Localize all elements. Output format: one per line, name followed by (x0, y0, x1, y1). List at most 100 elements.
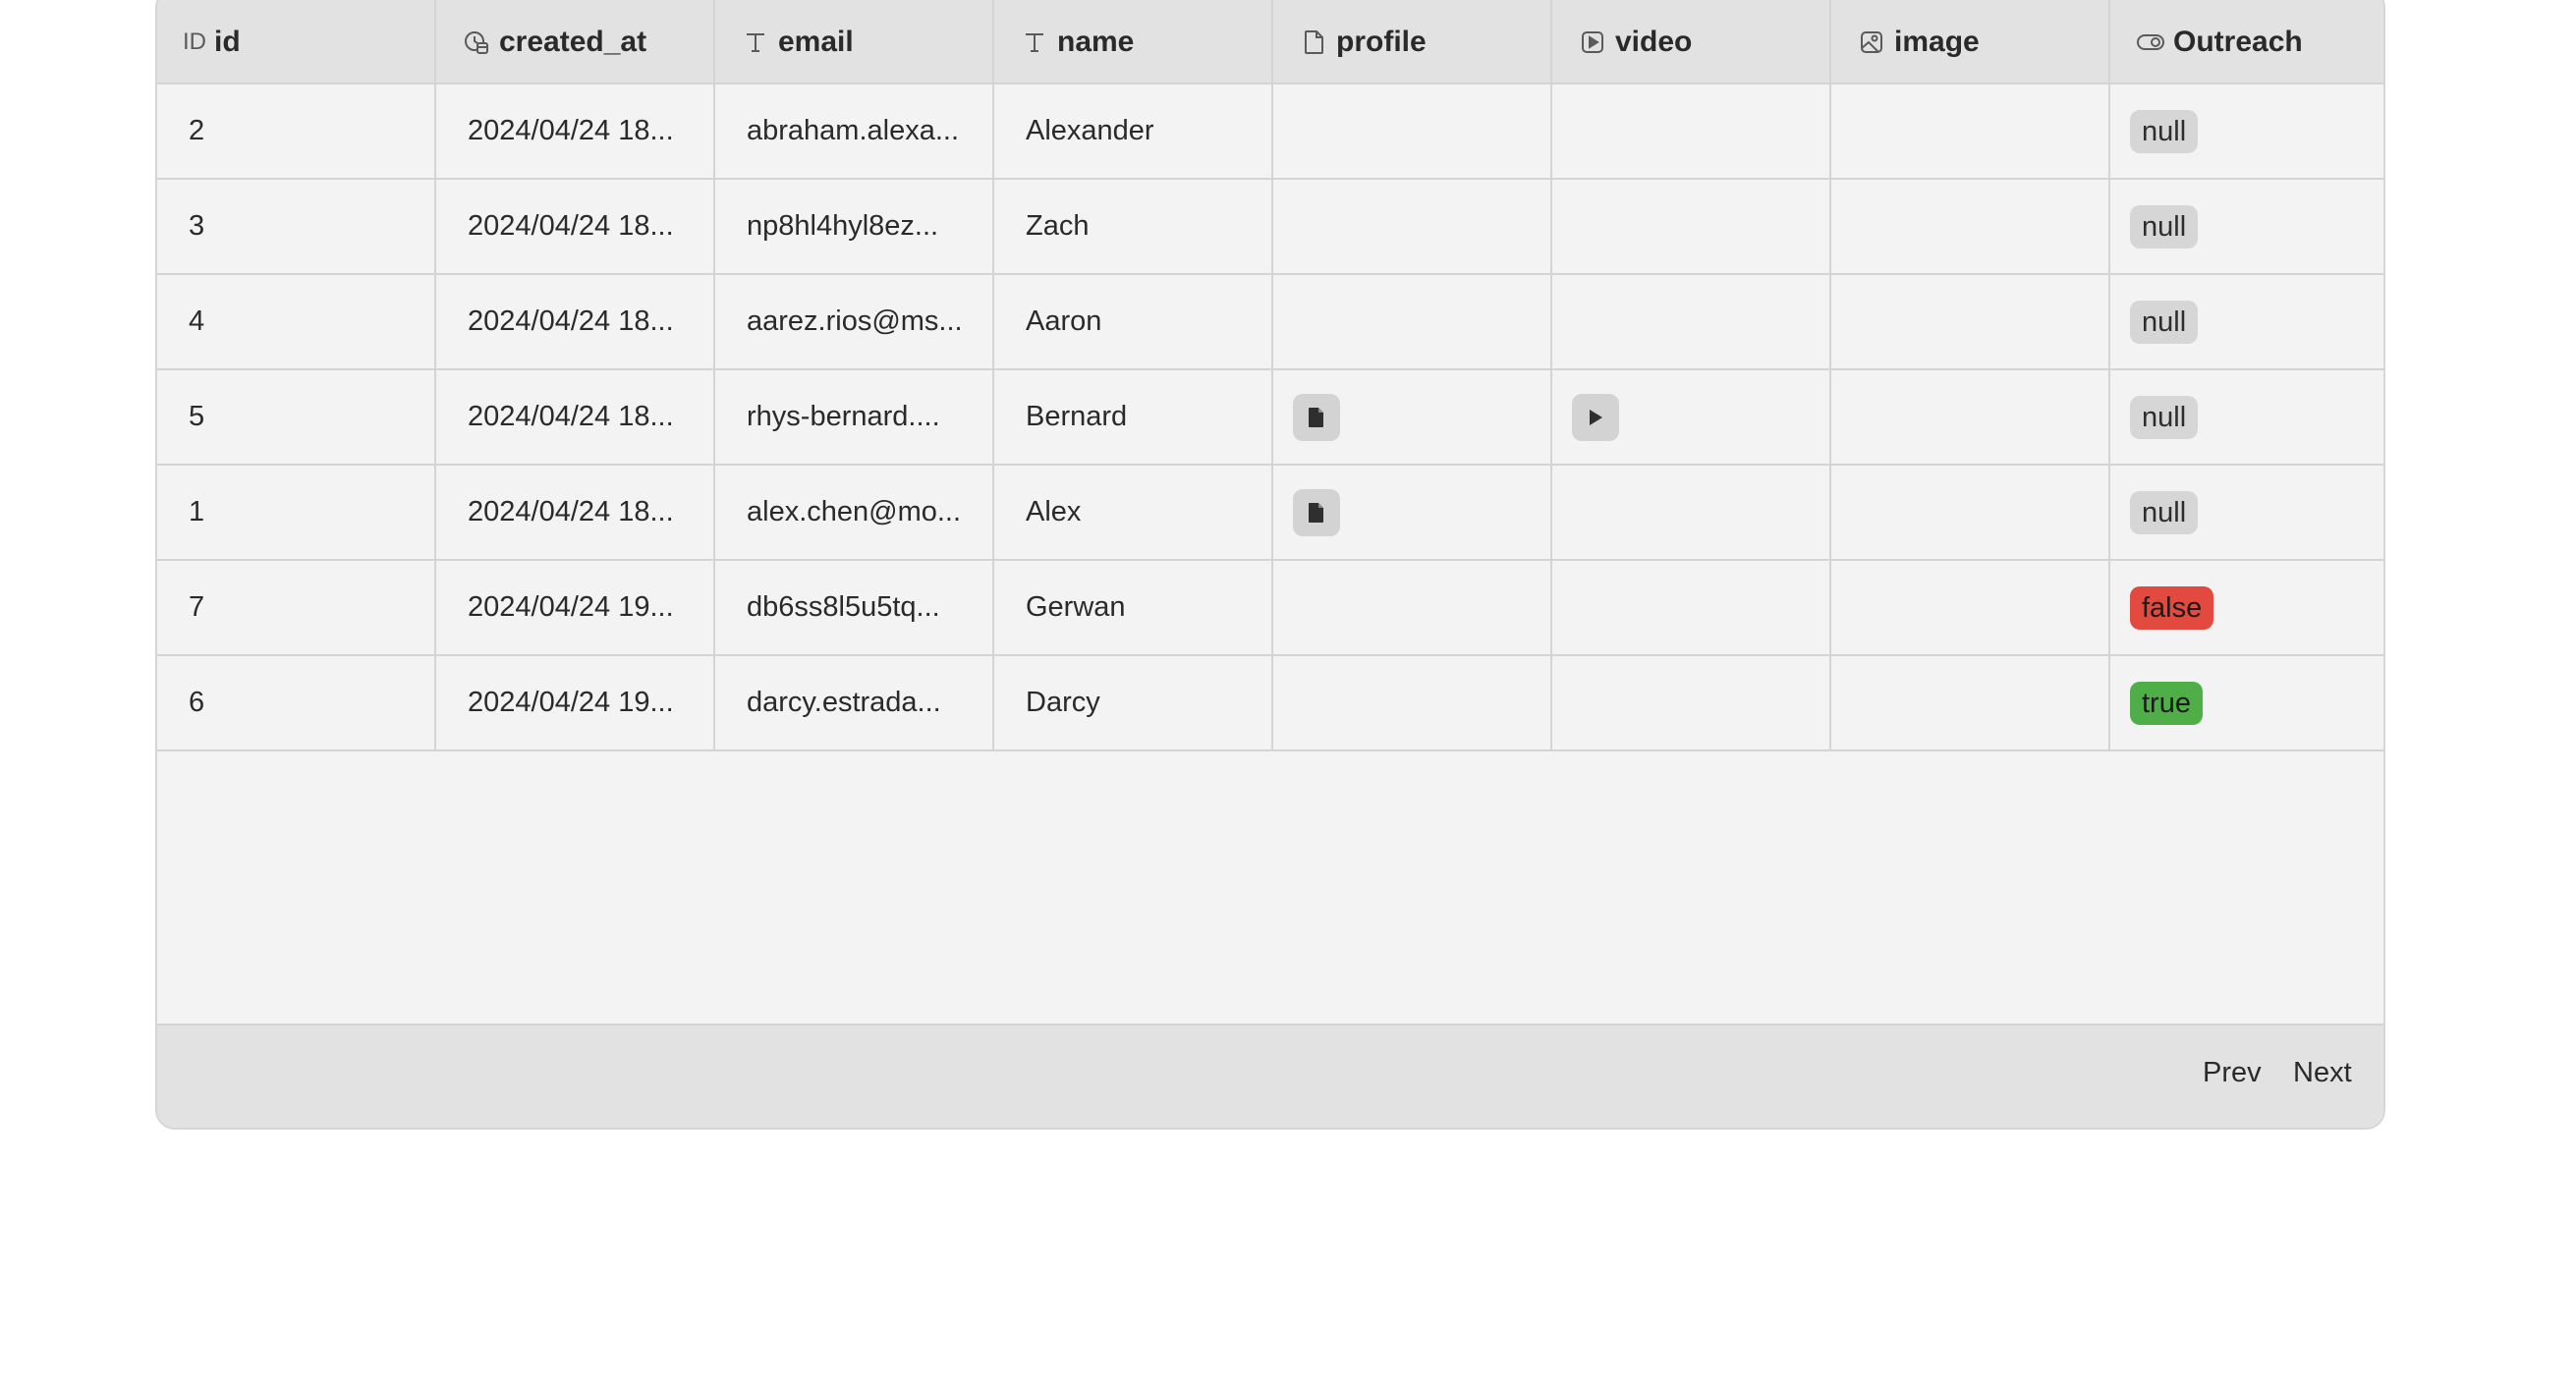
table-row[interactable]: 3 2024/04/24 18... np8hl4hyl8ez... Zach null (157, 180, 2383, 275)
cell-outreach[interactable]: null (2110, 84, 2383, 178)
email-value: aarez.rios@ms... (747, 305, 963, 337)
id-value: 2 (189, 115, 205, 146)
column-header-video[interactable]: video (1552, 0, 1831, 83)
cell-email[interactable]: np8hl4hyl8ez... (715, 180, 994, 273)
cell-outreach[interactable]: null (2110, 180, 2383, 273)
outreach-badge: false (2130, 585, 2214, 630)
cell-name[interactable]: Zach (994, 180, 1273, 273)
cell-name[interactable]: Aaron (994, 275, 1273, 368)
file-icon (1299, 28, 1328, 57)
cell-profile[interactable] (1273, 561, 1552, 654)
cell-created-at[interactable]: 2024/04/24 18... (436, 180, 715, 273)
id-value: 3 (189, 210, 205, 242)
cell-outreach[interactable]: true (2110, 656, 2383, 749)
cell-name[interactable]: Alex (994, 466, 1273, 559)
table-row[interactable]: 2 2024/04/24 18... abraham.alexa... Alexand… (157, 84, 2383, 180)
file-icon[interactable] (1293, 488, 1340, 536)
cell-video[interactable] (1552, 466, 1831, 559)
id-value: 5 (189, 401, 205, 432)
cell-id[interactable]: 6 (157, 656, 436, 749)
cell-video[interactable] (1552, 180, 1831, 273)
file-icon[interactable] (1293, 393, 1340, 441)
id-icon: ID (183, 28, 206, 55)
outreach-badge: null (2130, 109, 2199, 153)
column-header-label: Outreach (2173, 26, 2303, 58)
outreach-badge: null (2130, 300, 2199, 344)
data-table: ID id created_at email name profile vide… (155, 0, 2385, 1130)
cell-email[interactable]: aarez.rios@ms... (715, 275, 994, 368)
cell-profile[interactable] (1273, 180, 1552, 273)
cell-video[interactable] (1552, 275, 1831, 368)
table-footer: Prev Next (157, 1024, 2383, 1128)
table-row[interactable]: 1 2024/04/24 18... alex.chen@mo... Alex null (157, 466, 2383, 561)
cell-image[interactable] (1831, 180, 2110, 273)
prev-button[interactable]: Prev (2203, 1057, 2262, 1089)
cell-image[interactable] (1831, 656, 2110, 749)
cell-created-at[interactable]: 2024/04/24 18... (436, 466, 715, 559)
column-header-outreach[interactable]: Outreach (2110, 0, 2383, 83)
cell-outreach[interactable]: null (2110, 275, 2383, 368)
cell-image[interactable] (1831, 84, 2110, 178)
cell-id[interactable]: 5 (157, 370, 436, 464)
cell-video[interactable] (1552, 370, 1831, 464)
cell-name[interactable]: Darcy (994, 656, 1273, 749)
cell-id[interactable]: 1 (157, 466, 436, 559)
column-header-profile[interactable]: profile (1273, 0, 1552, 83)
column-header-image[interactable]: image (1831, 0, 2110, 83)
email-value: alex.chen@mo... (747, 496, 962, 527)
id-value: 6 (189, 687, 205, 718)
cell-email[interactable]: db6ss8l5u5tq... (715, 561, 994, 654)
cell-email[interactable]: alex.chen@mo... (715, 466, 994, 559)
cell-video[interactable] (1552, 656, 1831, 749)
created-at-value: 2024/04/24 18... (468, 401, 674, 432)
cell-created-at[interactable]: 2024/04/24 18... (436, 84, 715, 178)
table-row[interactable]: 6 2024/04/24 19... darcy.estrada... Darcy tr… (157, 656, 2383, 751)
cell-image[interactable] (1831, 561, 2110, 654)
cell-created-at[interactable]: 2024/04/24 19... (436, 656, 715, 749)
table-row[interactable]: 4 2024/04/24 18... aarez.rios@ms... Aaron nu… (157, 275, 2383, 370)
cell-id[interactable]: 7 (157, 561, 436, 654)
cell-name[interactable]: Bernard (994, 370, 1273, 464)
created-at-value: 2024/04/24 18... (468, 210, 674, 242)
cell-image[interactable] (1831, 275, 2110, 368)
cell-outreach[interactable]: null (2110, 370, 2383, 464)
cell-email[interactable]: darcy.estrada... (715, 656, 994, 749)
table-row[interactable]: 7 2024/04/24 19... db6ss8l5u5tq... Gerwan fa… (157, 561, 2383, 656)
cell-image[interactable] (1831, 370, 2110, 464)
cell-id[interactable]: 2 (157, 84, 436, 178)
cell-name[interactable]: Gerwan (994, 561, 1273, 654)
cell-id[interactable]: 3 (157, 180, 436, 273)
cell-email[interactable]: rhys-bernard.... (715, 370, 994, 464)
outreach-badge: null (2130, 490, 2199, 534)
column-header-label: id (214, 26, 241, 58)
text-icon (1020, 28, 1049, 57)
cell-profile[interactable] (1273, 656, 1552, 749)
column-header-email[interactable]: email (715, 0, 994, 83)
next-button[interactable]: Next (2293, 1057, 2352, 1089)
id-value: 1 (189, 496, 205, 527)
name-value: Gerwan (1026, 591, 1126, 623)
column-header-created-at[interactable]: created_at (436, 0, 715, 83)
cell-image[interactable] (1831, 466, 2110, 559)
created-at-value: 2024/04/24 18... (468, 305, 674, 337)
cell-video[interactable] (1552, 84, 1831, 178)
table-row[interactable]: 5 2024/04/24 18... rhys-bernard.... Bernard… (157, 370, 2383, 466)
column-header-name[interactable]: name (994, 0, 1273, 83)
column-header-id[interactable]: ID id (157, 0, 436, 83)
cell-profile[interactable] (1273, 370, 1552, 464)
cell-created-at[interactable]: 2024/04/24 19... (436, 561, 715, 654)
cell-profile[interactable] (1273, 84, 1552, 178)
cell-email[interactable]: abraham.alexa... (715, 84, 994, 178)
cell-outreach[interactable]: null (2110, 466, 2383, 559)
email-value: db6ss8l5u5tq... (747, 591, 940, 623)
cell-created-at[interactable]: 2024/04/24 18... (436, 370, 715, 464)
cell-created-at[interactable]: 2024/04/24 18... (436, 275, 715, 368)
cell-profile[interactable] (1273, 275, 1552, 368)
cell-video[interactable] (1552, 561, 1831, 654)
cell-outreach[interactable]: false (2110, 561, 2383, 654)
cell-id[interactable]: 4 (157, 275, 436, 368)
cell-profile[interactable] (1273, 466, 1552, 559)
toggle-icon (2136, 28, 2165, 57)
cell-name[interactable]: Alexander (994, 84, 1273, 178)
play-icon[interactable] (1572, 393, 1619, 441)
